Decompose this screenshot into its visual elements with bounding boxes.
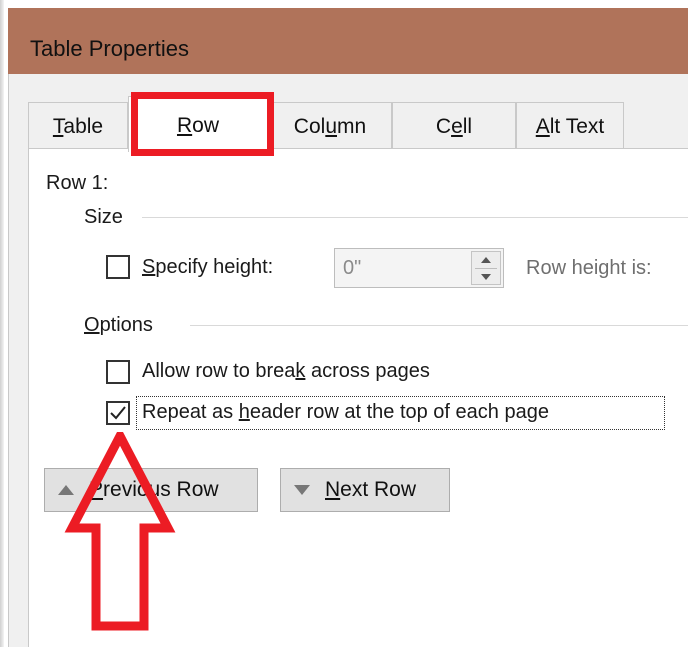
options-group-divider — [190, 325, 688, 326]
repeat-header-label[interactable]: Repeat as header row at the top of each … — [142, 401, 549, 424]
spin-down-icon[interactable] — [472, 269, 500, 285]
tab-cell-label: Cell — [435, 114, 473, 138]
tab-column-label: Column — [293, 114, 367, 138]
screenshot: Table Properties Table Row Column Cell A… — [0, 0, 688, 647]
specify-height-label[interactable]: Specify height: — [142, 256, 273, 279]
tab-alt-text[interactable]: Alt Text — [516, 102, 624, 150]
triangle-down-icon — [294, 485, 310, 495]
row-number-label: Row 1: — [46, 172, 109, 194]
options-group-label: Options — [84, 314, 153, 336]
row-tab-highlight-annotation — [131, 92, 274, 156]
repeat-header-checkbox[interactable] — [106, 401, 130, 425]
tab-cell[interactable]: Cell — [392, 102, 516, 150]
window-edge — [0, 0, 4, 647]
window-title: Table Properties — [30, 36, 189, 61]
row-height-is-label: Row height is: — [526, 257, 652, 279]
red-arrow-annotation-icon — [64, 432, 176, 631]
tab-table-label: Table — [52, 114, 104, 138]
specify-height-checkbox[interactable] — [106, 255, 130, 279]
tab-alt-text-label: Alt Text — [535, 114, 605, 138]
allow-break-checkbox[interactable] — [106, 360, 130, 384]
tab-table[interactable]: Table — [28, 102, 128, 150]
spin-up-icon[interactable] — [472, 252, 500, 268]
spin-buttons — [471, 251, 501, 285]
row-height-spinbox[interactable]: 0" — [334, 248, 504, 288]
next-row-button[interactable]: Next Row — [280, 468, 450, 512]
allow-break-label[interactable]: Allow row to break across pages — [142, 360, 430, 383]
tab-column[interactable]: Column — [268, 102, 392, 150]
size-group-label: Size — [84, 206, 123, 228]
title-bar[interactable]: Table Properties — [8, 8, 688, 74]
next-row-label: Next Row — [325, 478, 417, 501]
row-height-value: 0" — [343, 257, 362, 279]
checkmark-icon — [110, 406, 126, 420]
tab-strip: Table Row Column Cell Alt Text — [28, 96, 688, 152]
size-group-divider — [142, 217, 688, 218]
